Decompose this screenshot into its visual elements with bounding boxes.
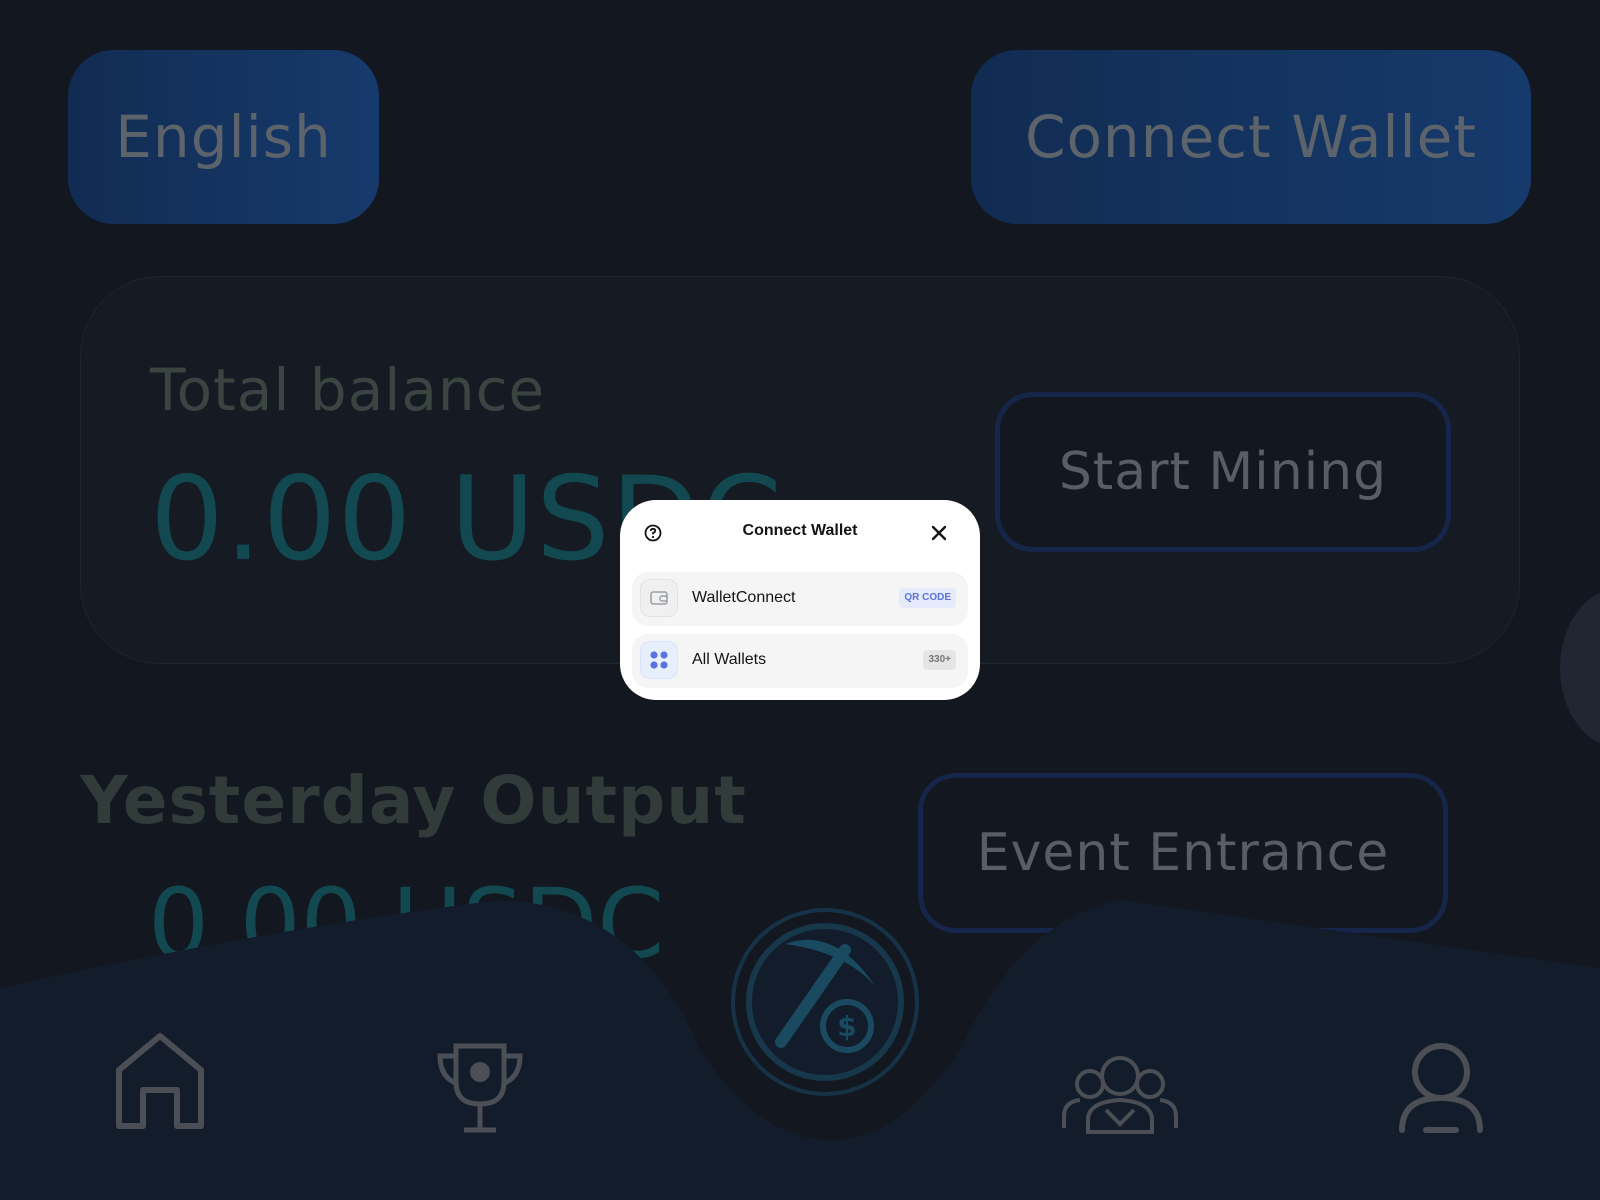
wallet-count-badge: 330+ xyxy=(923,650,956,670)
walletconnect-option[interactable]: WalletConnect QR CODE xyxy=(632,572,968,626)
all-wallets-label: All Wallets xyxy=(692,651,767,668)
walletconnect-label: WalletConnect xyxy=(692,589,796,606)
close-icon[interactable] xyxy=(930,524,948,542)
app-page: English Connect Wallet Total balance 0.0… xyxy=(0,0,1600,1200)
modal-title: Connect Wallet xyxy=(742,522,858,539)
qr-code-badge: QR CODE xyxy=(899,588,956,608)
connect-wallet-modal: Connect Wallet WalletConnect QR CODE All… xyxy=(620,500,980,700)
grid-icon xyxy=(640,641,678,679)
all-wallets-option[interactable]: All Wallets 330+ xyxy=(632,634,968,688)
wallet-icon xyxy=(640,579,678,617)
